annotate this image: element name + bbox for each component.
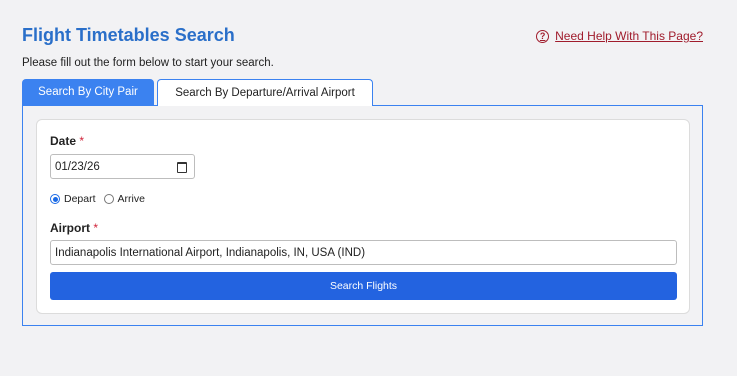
search-form-card: Date * 01/23/26 Depart Arrive Airport * …: [36, 119, 690, 314]
airport-label: Airport *: [50, 221, 98, 235]
depart-radio-label: Depart: [64, 193, 96, 205]
depart-radio-button[interactable]: [50, 194, 60, 204]
arrive-radio-button[interactable]: [103, 194, 114, 204]
tab-city-pair[interactable]: Search By City Pair: [22, 79, 154, 105]
depart-arrive-radio-group: Depart Arrive: [50, 193, 153, 205]
arrive-radio-label: Arrive: [117, 193, 145, 205]
calendar-icon[interactable]: [177, 162, 187, 173]
instructions-text: Please fill out the form below to start …: [22, 57, 274, 69]
required-marker: *: [79, 134, 85, 148]
date-input[interactable]: 01/23/26: [50, 154, 195, 179]
page-title: Flight Timetables Search: [22, 25, 235, 45]
tab-departure-arrival-airport[interactable]: Search By Departure/Arrival Airport: [157, 79, 373, 106]
date-label: Date *: [50, 134, 84, 148]
date-value: 01/23/26: [55, 160, 100, 173]
airport-label-text: Airport: [50, 221, 90, 235]
search-flights-button[interactable]: Search Flights: [50, 272, 677, 300]
date-label-text: Date: [50, 134, 77, 148]
help-link-label[interactable]: Need Help With This Page?: [555, 29, 703, 43]
search-panel: Date * 01/23/26 Depart Arrive Airport * …: [22, 105, 703, 326]
required-marker: *: [93, 221, 99, 235]
help-link[interactable]: ? Need Help With This Page?: [536, 29, 703, 43]
airport-value: Indianapolis International Airport, Indi…: [55, 246, 366, 259]
depart-radio[interactable]: Depart: [50, 193, 96, 205]
airport-input[interactable]: Indianapolis International Airport, Indi…: [50, 240, 677, 265]
arrive-radio[interactable]: Arrive: [103, 193, 145, 205]
question-circle-icon: ?: [536, 29, 550, 43]
